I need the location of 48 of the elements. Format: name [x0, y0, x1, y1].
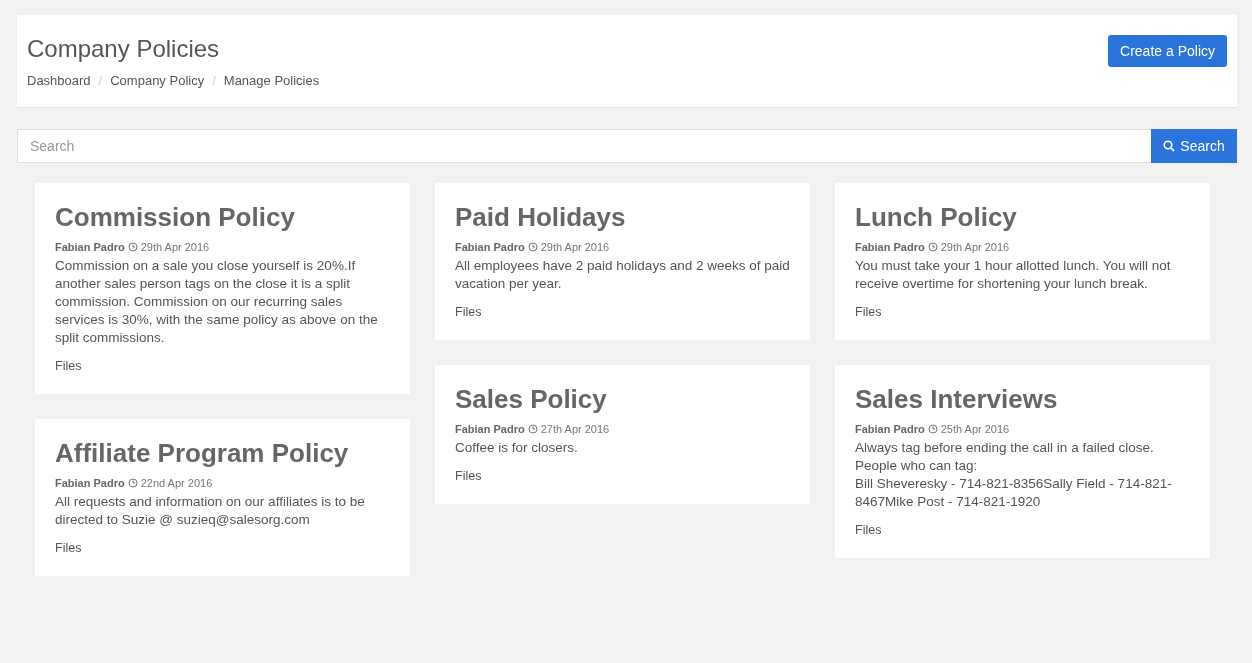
- policy-title[interactable]: Commission Policy: [55, 201, 390, 233]
- policy-title[interactable]: Paid Holidays: [455, 201, 790, 233]
- policy-date: 29th Apr 2016: [140, 241, 210, 253]
- policy-description: Commission on a sale you close yourself is 20%.If another sales person tags on the close it is a split commission. Commission on our recurring sales services is 30%, with the same policy as above on the split commissions.: [55, 257, 379, 347]
- policy-date: 29th Apr 2016: [540, 241, 610, 253]
- policy-title[interactable]: Sales Policy: [455, 383, 790, 415]
- policy-title[interactable]: Sales Interviews: [855, 383, 1190, 415]
- policy-description: All employees have 2 paid holidays and 2 weeks of paid vacation per year.: [455, 257, 790, 293]
- search-field[interactable]: Search: [17, 129, 1151, 163]
- policy-title[interactable]: Affiliate Program Policy: [55, 437, 390, 469]
- author-name: Fabian Padro: [55, 241, 125, 253]
- author-name: Fabian Padro: [55, 477, 125, 489]
- clock-icon: [927, 242, 938, 252]
- author-name: Fabian Padro: [855, 241, 925, 253]
- breadcrumb-link[interactable]: Manage Policies: [223, 73, 320, 88]
- files-link[interactable]: Files: [855, 305, 882, 319]
- policy-description: You must take your 1 hour allotted lunch. You will not receive overtime for shortening your lunch break.: [855, 257, 1172, 293]
- author-name: Fabian Padro: [455, 423, 525, 435]
- policy-description: All requests and information on our affiliates is to be directed to Suzie @ suzieq@salesorg.com: [55, 493, 366, 529]
- policy-title[interactable]: Lunch Policy: [855, 201, 1190, 233]
- clock-icon: [127, 478, 138, 488]
- author-name: Fabian Padro: [455, 241, 525, 253]
- policy-description: Bill Sheveresky - 714-821-8356Sally Field - 714-821-8467Mike Post - 714-821-1920: [855, 475, 1173, 511]
- files-link[interactable]: Files: [455, 305, 482, 319]
- breadcrumb-separator: /: [98, 73, 103, 88]
- policy-description: People who can tag:: [855, 457, 979, 475]
- search-button[interactable]: Search: [1151, 129, 1237, 163]
- breadcrumb-link[interactable]: Company Policy: [110, 73, 205, 88]
- clock-icon: [527, 424, 538, 434]
- breadcrumb-link[interactable]: Dashboard: [27, 73, 91, 88]
- policy-date: 25th Apr 2016: [940, 423, 1010, 435]
- breadcrumb-separator: /: [212, 73, 216, 88]
- policy-date: 22nd Apr 2016: [140, 477, 213, 489]
- policy-description: Always tag before ending the call in a failed close.: [855, 439, 1155, 457]
- files-link[interactable]: Files: [855, 523, 882, 537]
- clock-icon: [927, 424, 938, 434]
- files-link[interactable]: Files: [55, 359, 82, 373]
- files-link[interactable]: Files: [455, 469, 482, 483]
- author-name: Fabian Padro: [855, 423, 925, 435]
- search-icon: [1163, 140, 1176, 152]
- policy-description: Coffee is for closers.: [455, 439, 579, 457]
- clock-icon: [527, 242, 538, 252]
- page-title: Company Policies: [27, 35, 221, 63]
- policy-date: 27th Apr 2016: [540, 423, 610, 435]
- files-link[interactable]: Files: [55, 541, 82, 555]
- create-policy-button[interactable]: Create a Policy: [1108, 35, 1227, 67]
- policy-date: 29th Apr 2016: [940, 241, 1010, 253]
- clock-icon: [127, 242, 138, 252]
